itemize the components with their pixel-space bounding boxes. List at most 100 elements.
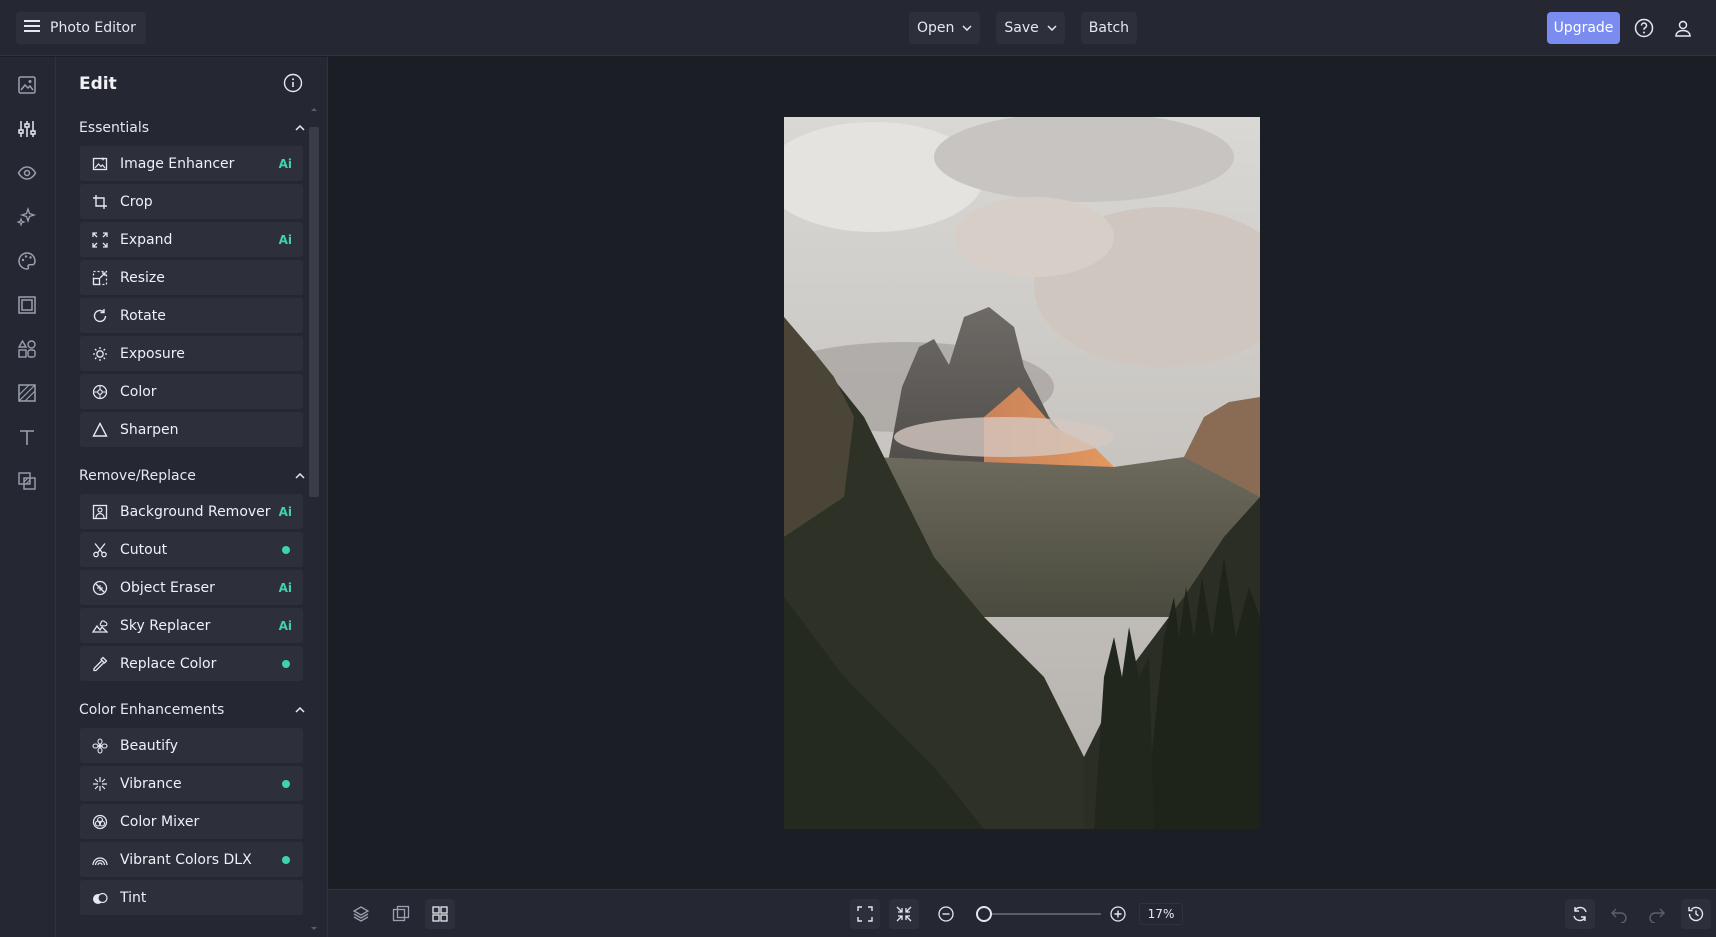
tool-label: Rotate xyxy=(120,307,166,324)
save-button[interactable]: Save xyxy=(996,12,1065,44)
ai-badge: Ai xyxy=(278,156,292,171)
tool-tint[interactable]: Tint xyxy=(80,880,303,915)
tool-replace-color[interactable]: Replace Color xyxy=(80,646,303,681)
tool-object-eraser[interactable]: Object Eraser Ai xyxy=(80,570,303,605)
tool-background-remover[interactable]: Background Remover Ai xyxy=(80,494,303,529)
scroll-up-icon[interactable] xyxy=(309,106,319,112)
user-icon[interactable] xyxy=(1671,16,1695,40)
section-color-enhancements[interactable]: Color Enhancements xyxy=(79,699,305,721)
photo-preview[interactable] xyxy=(784,117,1260,829)
grid-icon xyxy=(432,906,448,922)
tool-label: Resize xyxy=(120,269,165,286)
image-icon[interactable] xyxy=(17,75,39,97)
status-dot xyxy=(282,659,290,668)
upgrade-button[interactable]: Upgrade xyxy=(1547,12,1620,44)
mixer-icon xyxy=(91,813,109,831)
tool-cutout[interactable]: Cutout xyxy=(80,532,303,567)
help-icon[interactable] xyxy=(1632,16,1656,40)
zoom-out-icon xyxy=(938,906,954,922)
redo-button[interactable] xyxy=(1642,899,1672,929)
tool-label: Crop xyxy=(120,193,153,210)
ai-badge: Ai xyxy=(278,504,292,519)
section-title: Essentials xyxy=(79,120,150,136)
zoom-input[interactable]: 17% xyxy=(1139,903,1183,925)
tool-crop[interactable]: Crop xyxy=(80,184,303,219)
undo-button[interactable] xyxy=(1604,899,1634,929)
overlay-icon[interactable] xyxy=(17,471,39,493)
status-dot xyxy=(282,779,290,788)
section-essentials[interactable]: Essentials xyxy=(79,117,305,139)
tool-vibrance[interactable]: Vibrance xyxy=(80,766,303,801)
section-remove-replace[interactable]: Remove/Replace xyxy=(79,465,305,487)
status-dot xyxy=(282,545,290,554)
tool-label: Tint xyxy=(120,889,147,906)
chevron-down-icon xyxy=(962,25,972,31)
zoom-in-button[interactable] xyxy=(1103,899,1133,929)
grid-view-button[interactable] xyxy=(425,899,455,929)
history-icon xyxy=(1688,906,1704,922)
reset-button[interactable] xyxy=(1565,899,1595,929)
layers-button[interactable] xyxy=(346,899,376,929)
sliders-icon[interactable] xyxy=(17,119,39,141)
panel-scrollbar[interactable] xyxy=(309,127,319,497)
panel-title: Edit xyxy=(79,74,117,94)
scroll-down-icon[interactable] xyxy=(309,926,319,932)
text-icon[interactable] xyxy=(17,427,39,449)
tool-rotate[interactable]: Rotate xyxy=(80,298,303,333)
tool-color[interactable]: Color xyxy=(80,374,303,409)
fit-screen-button[interactable] xyxy=(850,899,880,929)
fullscreen-icon xyxy=(857,906,873,922)
shrink-icon xyxy=(896,906,912,922)
bg-remove-icon xyxy=(91,503,109,521)
tool-exposure[interactable]: Exposure xyxy=(80,336,303,371)
dropper-icon xyxy=(91,655,109,673)
compare-button[interactable] xyxy=(386,899,416,929)
tool-sky-replacer[interactable]: Sky Replacer Ai xyxy=(80,608,303,643)
open-button[interactable]: Open xyxy=(909,12,981,44)
texture-icon[interactable] xyxy=(17,383,39,405)
tool-label: Vibrance xyxy=(120,775,182,792)
rainbow-icon xyxy=(91,851,109,869)
shapes-icon[interactable] xyxy=(17,339,39,361)
history-button[interactable] xyxy=(1681,899,1711,929)
tool-color-mixer[interactable]: Color Mixer xyxy=(80,804,303,839)
ai-badge: Ai xyxy=(278,232,292,247)
bottom-bar: 17% xyxy=(328,889,1716,937)
tool-label: Sharpen xyxy=(120,421,179,438)
tool-sharpen[interactable]: Sharpen xyxy=(80,412,303,447)
tool-label: Background Remover xyxy=(120,503,271,520)
tool-image-enhancer[interactable]: Image Enhancer Ai xyxy=(80,146,303,181)
chevron-down-icon xyxy=(1047,25,1057,31)
zoom-unit: % xyxy=(1162,907,1175,921)
refresh-icon xyxy=(1573,906,1587,922)
frame-icon[interactable] xyxy=(17,295,39,317)
tool-label: Sky Replacer xyxy=(120,617,211,634)
zoom-out-button[interactable] xyxy=(931,899,961,929)
section-title: Remove/Replace xyxy=(79,468,196,484)
top-bar: Photo Editor Open Save Batch Upgrade xyxy=(0,0,1716,56)
app-menu-button[interactable]: Photo Editor xyxy=(16,12,146,44)
layers-icon xyxy=(352,906,370,922)
rotate-icon xyxy=(91,307,109,325)
palette-icon[interactable] xyxy=(17,251,39,273)
batch-button[interactable]: Batch xyxy=(1080,12,1138,44)
sparkles-icon[interactable] xyxy=(16,206,39,229)
zoom-slider-handle[interactable] xyxy=(976,906,993,922)
tool-vibrant-colors-dlx[interactable]: Vibrant Colors DLX xyxy=(80,842,303,877)
expand-icon xyxy=(91,231,109,249)
tool-label: Vibrant Colors DLX xyxy=(120,851,252,868)
tool-label: Color xyxy=(120,383,157,400)
triangle-icon xyxy=(91,421,109,439)
zoom-slider-track[interactable] xyxy=(977,913,1101,915)
tool-beautify[interactable]: Beautify xyxy=(80,728,303,763)
actual-size-button[interactable] xyxy=(889,899,919,929)
open-label: Open xyxy=(917,20,955,36)
tool-expand[interactable]: Expand Ai xyxy=(80,222,303,257)
info-icon[interactable] xyxy=(283,73,303,97)
save-label: Save xyxy=(1004,20,1039,36)
tool-rail xyxy=(0,57,56,937)
tool-label: Cutout xyxy=(120,541,168,558)
eye-icon[interactable] xyxy=(17,163,39,185)
tool-resize[interactable]: Resize xyxy=(80,260,303,295)
color-icon xyxy=(91,383,109,401)
